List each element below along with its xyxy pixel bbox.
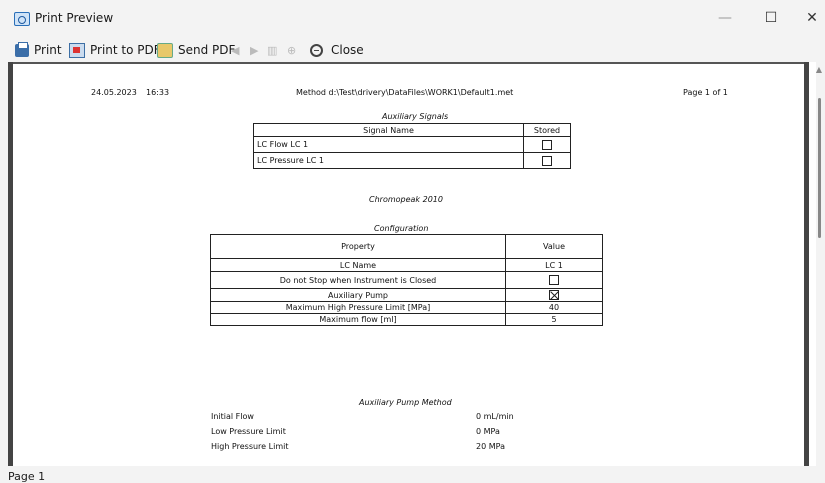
close-window-button[interactable]: ✕ xyxy=(803,9,821,27)
status-bar xyxy=(0,466,825,483)
send-pdf-label: Send PDF xyxy=(178,43,236,57)
page-border-right xyxy=(804,62,809,466)
report-date: 24.05.2023 xyxy=(91,88,137,97)
property-cell: Maximum High Pressure Limit [MPa] xyxy=(210,301,506,314)
table-row: LC Flow LC 1 xyxy=(253,136,571,153)
toolbar: Print Print to PDF Send PDF ◀ ▶ ▥ ⊕ Clos… xyxy=(0,38,825,62)
arrow-right-icon: ▶ xyxy=(250,43,259,57)
value-cell: 5 xyxy=(505,313,603,326)
low-pressure-value: 0 MPa xyxy=(476,427,500,436)
table-row: Maximum flow [ml] 5 xyxy=(210,313,603,326)
property-cell: Do not Stop when Instrument is Closed xyxy=(210,271,506,289)
property-header: Property xyxy=(210,234,506,259)
chromopeak-label: Chromopeak 2010 xyxy=(369,195,443,204)
signal-name-cell: LC Pressure LC 1 xyxy=(253,152,524,169)
minimize-button[interactable]: — xyxy=(716,9,734,27)
print-label: Print xyxy=(34,43,62,57)
value-cell: 40 xyxy=(505,301,603,314)
zoom-in-icon: ⊕ xyxy=(287,43,297,57)
page-layout-button[interactable]: ▥ xyxy=(267,42,277,58)
stored-checkbox[interactable] xyxy=(542,139,552,150)
table-row: LC Pressure LC 1 xyxy=(253,152,571,169)
print-to-pdf-button[interactable]: Print to PDF xyxy=(69,42,161,58)
property-cell: LC Name xyxy=(210,258,506,272)
method-path: Method d:\Test\drivery\DataFiles\WORK1\D… xyxy=(296,88,514,97)
aux-signals-table: Signal Name Stored LC Flow LC 1 LC Press… xyxy=(253,123,571,169)
print-preview-icon xyxy=(14,12,30,26)
initial-flow-value: 0 mL/min xyxy=(476,412,514,421)
scroll-up-icon[interactable]: ▲ xyxy=(815,65,823,74)
status-page: Page 1 xyxy=(8,470,46,483)
maximize-button[interactable]: ☐ xyxy=(762,9,780,27)
stored-checkbox[interactable] xyxy=(542,155,552,166)
send-pdf-button[interactable]: Send PDF xyxy=(157,42,235,58)
printer-icon xyxy=(15,41,29,57)
table-row: Maximum High Pressure Limit [MPa] 40 xyxy=(210,301,603,314)
close-label: Close xyxy=(331,43,364,57)
report-time: 16:33 xyxy=(146,88,170,97)
table-row: LC Name LC 1 xyxy=(210,258,603,272)
vertical-scrollbar-thumb[interactable] xyxy=(818,98,821,238)
arrow-left-icon: ◀ xyxy=(231,43,240,57)
print-button[interactable]: Print xyxy=(15,41,62,58)
title-bar: Print Preview — ☐ ✕ xyxy=(0,0,825,38)
property-cell: Maximum flow [ml] xyxy=(210,313,506,326)
configuration-title: Configuration xyxy=(374,224,429,233)
signal-name-header: Signal Name xyxy=(253,123,524,137)
print-to-pdf-label: Print to PDF xyxy=(90,43,161,57)
report-page: 24.05.2023 16:33 Method d:\Test\drivery\… xyxy=(15,64,802,466)
stored-header: Stored xyxy=(523,123,571,137)
zoom-out-icon xyxy=(310,43,323,57)
send-mail-icon xyxy=(157,42,173,58)
configuration-table: Property Value LC Name LC 1 Do not Stop … xyxy=(210,234,603,326)
aux-pump-method-title: Auxiliary Pump Method xyxy=(359,398,452,407)
do-not-stop-checkbox[interactable] xyxy=(549,275,559,285)
high-pressure-value: 20 MPa xyxy=(476,442,505,451)
table-row: Do not Stop when Instrument is Closed xyxy=(210,271,603,289)
pdf-icon xyxy=(69,42,85,58)
signal-name-cell: LC Flow LC 1 xyxy=(253,136,524,153)
aux-signals-title: Auxiliary Signals xyxy=(382,112,449,121)
zoom-in-button[interactable]: ⊕ xyxy=(287,42,296,58)
zoom-out-button[interactable] xyxy=(310,42,328,58)
page-border-left xyxy=(8,62,13,466)
initial-flow-label: Initial Flow xyxy=(211,412,254,421)
value-cell: LC 1 xyxy=(505,258,603,272)
page-layout-icon: ▥ xyxy=(267,43,278,57)
auxiliary-pump-checkbox[interactable] xyxy=(549,290,559,300)
table-row: Auxiliary Pump xyxy=(210,288,603,302)
property-cell: Auxiliary Pump xyxy=(210,288,506,302)
window-title: Print Preview xyxy=(35,11,114,25)
close-button[interactable]: Close xyxy=(331,42,364,58)
high-pressure-label: High Pressure Limit xyxy=(211,442,289,451)
low-pressure-label: Low Pressure Limit xyxy=(211,427,286,436)
next-page-button[interactable]: ▶ xyxy=(250,42,258,58)
page-number: Page 1 of 1 xyxy=(683,88,728,97)
value-header: Value xyxy=(505,234,603,259)
previous-page-button[interactable]: ◀ xyxy=(231,42,239,58)
